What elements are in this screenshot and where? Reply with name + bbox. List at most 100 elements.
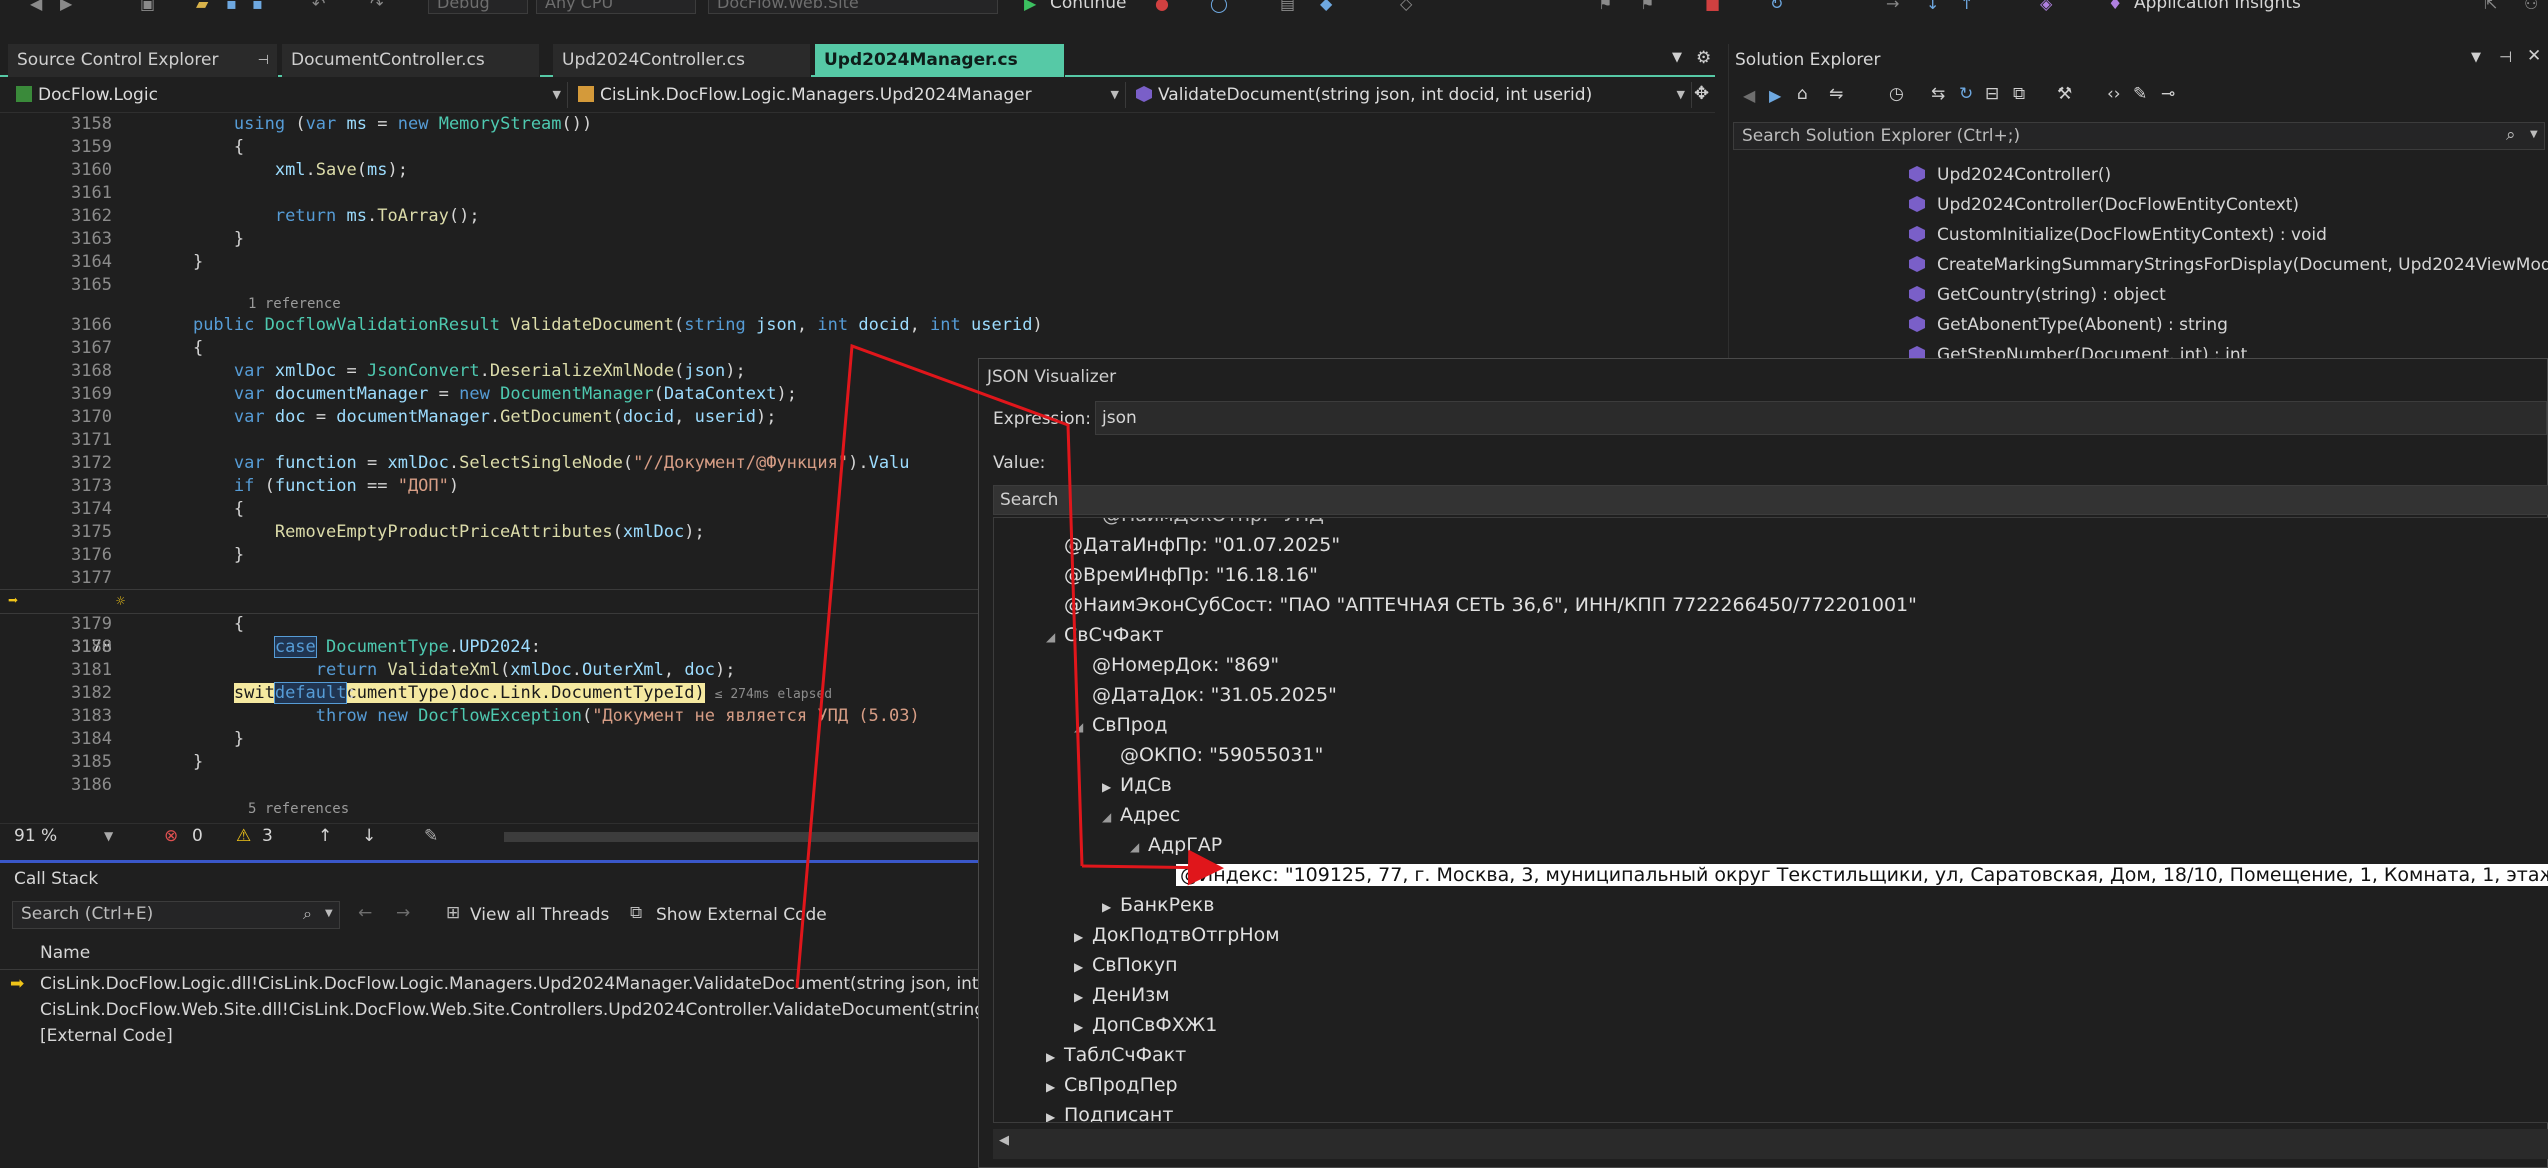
close-icon[interactable]: ✕ [2527, 46, 2541, 66]
solution-member-item[interactable]: Upd2024Controller() [1909, 160, 2111, 190]
switch-views-icon[interactable]: ⇋ [1829, 84, 1843, 104]
expand-icon[interactable]: ▶ [1046, 1042, 1064, 1072]
save-icon[interactable]: ▪ [226, 0, 237, 13]
pin-icon[interactable]: ⊣ [2499, 48, 2512, 66]
expand-icon[interactable]: ▶ [1102, 892, 1120, 922]
stop-icon[interactable]: ■ [1705, 0, 1720, 13]
expression-input[interactable]: json [1095, 401, 2547, 435]
json-tree-node[interactable]: @ОКПО: "59055031" [1102, 740, 1323, 770]
diagnostics-icon[interactable]: ◆ [1320, 0, 1332, 13]
json-tree-view[interactable]: @НаимДокОтпр: "УПД" @ДатаИнфПр: "01.07.2… [993, 517, 2548, 1123]
chevron-down-icon[interactable]: ▼ [104, 824, 113, 848]
step-out-icon[interactable]: ↑ [1960, 0, 1973, 13]
bookmark-next-icon[interactable]: ⚑ [1640, 0, 1654, 13]
chevron-down-icon[interactable]: ▼ [2471, 50, 2481, 65]
solution-member-item[interactable]: GetAbonentType(Abonent) : string [1909, 310, 2228, 340]
collapse-icon[interactable]: ◢ [1074, 712, 1092, 742]
forward-icon[interactable]: ▶ [1769, 86, 1781, 105]
expand-icon[interactable]: ▶ [1074, 922, 1092, 952]
step-into-icon[interactable]: ↓ [1926, 0, 1939, 13]
expand-icon[interactable]: ▶ [1046, 1102, 1064, 1122]
call-stack-frame[interactable]: [External Code] [0, 1023, 990, 1049]
column-header-name[interactable]: Name [40, 943, 90, 963]
json-tree-node[interactable]: ▶ ДокПодтвОтгрНом [1074, 920, 1280, 950]
json-tree-node[interactable]: ▶ СвПокуп [1074, 950, 1178, 980]
collapse-icon[interactable]: ◢ [1046, 622, 1064, 652]
codelens-references[interactable]: 5 references [248, 801, 349, 817]
member-combo[interactable]: ValidateDocument(string json, int docid,… [1132, 82, 1692, 108]
json-search-input[interactable]: Search [993, 485, 2548, 515]
json-tree-node[interactable]: ◢ СвПрод [1074, 710, 1168, 740]
show-external-code-button[interactable]: Show External Code [656, 905, 827, 925]
previous-issue-icon[interactable]: ↑ [318, 824, 332, 848]
error-count[interactable]: 0 [192, 824, 203, 848]
redo-icon[interactable]: ↷ [370, 0, 383, 13]
insights-icon[interactable]: ◈ [2040, 0, 2052, 13]
home-icon[interactable]: ⌂ [1797, 84, 1808, 104]
search-icon[interactable]: ⌕ [2506, 125, 2516, 145]
gear-icon[interactable]: ⚙ [1696, 48, 1711, 68]
chevron-down-icon[interactable]: ▼ [325, 908, 333, 919]
properties-icon[interactable]: ⚒ [2057, 84, 2072, 104]
expand-icon[interactable]: ▶ [1046, 1072, 1064, 1102]
pin-icon[interactable]: ⊣ [258, 44, 269, 77]
collapse-all-icon[interactable]: ⊟ [1985, 84, 1999, 104]
new-item-icon[interactable]: ▣ [140, 0, 155, 13]
bookmark-icon[interactable]: ⚑ [1598, 0, 1612, 13]
callstack-search[interactable]: Search (Ctrl+E) ⌕ ▼ [12, 901, 340, 929]
app-insights-icon[interactable]: ♦ [2108, 0, 2122, 13]
admin-icon[interactable]: ⚇ [2524, 0, 2538, 13]
back-icon[interactable]: ◀ [30, 0, 42, 13]
platform-select[interactable]: Any CPU [536, 0, 696, 14]
json-tree-node[interactable]: ▶ ДенИзм [1074, 980, 1170, 1010]
json-tree-node-selected[interactable]: @Индекс: "109125, 77, г. Москва, 3, муни… [1158, 860, 2548, 890]
pending-changes-icon[interactable]: ◷ [1889, 84, 1904, 104]
horizontal-scrollbar[interactable]: ◀ [993, 1129, 2548, 1159]
json-tree-node[interactable]: ▶ Подписант [1046, 1100, 1173, 1122]
expand-icon[interactable]: ▶ [1074, 1012, 1092, 1042]
json-tree-node[interactable]: ▶ ТаблСчФакт [1046, 1040, 1186, 1070]
solution-member-item[interactable]: CreateMarkingSummaryStringsForDisplay(Do… [1909, 250, 2548, 280]
continue-icon[interactable]: ▶ [1024, 0, 1036, 13]
lightbulb-icon[interactable]: ☼ [116, 590, 125, 613]
call-stack-frame[interactable]: CisLink.DocFlow.Web.Site.dll!CisLink.Doc… [0, 997, 990, 1023]
warning-count[interactable]: 3 [262, 824, 273, 848]
class-combo[interactable]: CisLink.DocFlow.Logic.Managers.Upd2024Ma… [574, 82, 1126, 108]
wrench-icon[interactable]: ✎ [2133, 84, 2147, 104]
json-tree-node[interactable]: @НомерДок: "869" [1074, 650, 1279, 680]
preview-icon[interactable]: ⊸ [2161, 84, 2175, 104]
step-over-icon[interactable]: → [1886, 0, 1899, 13]
json-tree-node[interactable]: ◢ АдрГАР [1130, 830, 1222, 860]
forward-icon[interactable]: ▶ [60, 0, 72, 13]
collapse-icon[interactable]: ◢ [1130, 832, 1148, 862]
share-icon[interactable]: ⇱ [2484, 0, 2497, 13]
json-tree-node[interactable]: @ДатаИнфПр: "01.07.2025" [1046, 530, 1340, 560]
back-icon[interactable]: ◀ [1743, 86, 1755, 105]
json-tree-node[interactable]: ◢ Адрес [1102, 800, 1180, 830]
open-folder-icon[interactable]: ▰ [196, 0, 208, 13]
collapse-icon[interactable]: ◢ [1102, 802, 1120, 832]
json-tree-node[interactable]: @ВремИнфПр: "16.18.16" [1046, 560, 1318, 590]
json-tree-node[interactable]: ▶ ИдСв [1102, 770, 1172, 800]
solution-search[interactable]: Search Solution Explorer (Ctrl+;) ⌕ ▼ [1733, 122, 2545, 150]
hot-reload-icon[interactable]: ● [1155, 0, 1169, 13]
expand-icon[interactable]: ▶ [1074, 982, 1092, 1012]
tab-upd2024-controller[interactable]: Upd2024Controller.cs [553, 44, 811, 77]
solution-member-item[interactable]: GetCountry(string) : object [1909, 280, 2166, 310]
zoom-level[interactable]: 91 % [14, 824, 57, 848]
expand-icon[interactable]: ▶ [1074, 952, 1092, 982]
forward-icon[interactable]: → [396, 903, 410, 923]
next-issue-icon[interactable]: ↓ [362, 824, 376, 848]
code-cleanup-icon[interactable]: ✎ [424, 824, 438, 848]
json-tree-node[interactable]: ◢ СвСчФакт [1046, 620, 1164, 650]
tab-upd2024-manager[interactable]: Upd2024Manager.cs [815, 44, 1065, 77]
tab-source-control-explorer[interactable]: Source Control Explorer ⊣ [8, 44, 278, 77]
solution-member-item[interactable]: CustomInitialize(DocFlowEntityContext) :… [1909, 220, 2327, 250]
json-tree-node[interactable]: ▶ БанкРекв [1102, 890, 1214, 920]
codelens-references[interactable]: 1 reference [248, 296, 341, 312]
refresh-icon[interactable]: ↻ [1959, 84, 1973, 104]
project-combo[interactable]: DocFlow.Logic ▼ [12, 82, 568, 108]
view-all-threads-button[interactable]: View all Threads [470, 905, 609, 925]
save-all-icon[interactable]: ▪ [252, 0, 263, 13]
search-icon[interactable]: ⌕ [303, 904, 312, 924]
